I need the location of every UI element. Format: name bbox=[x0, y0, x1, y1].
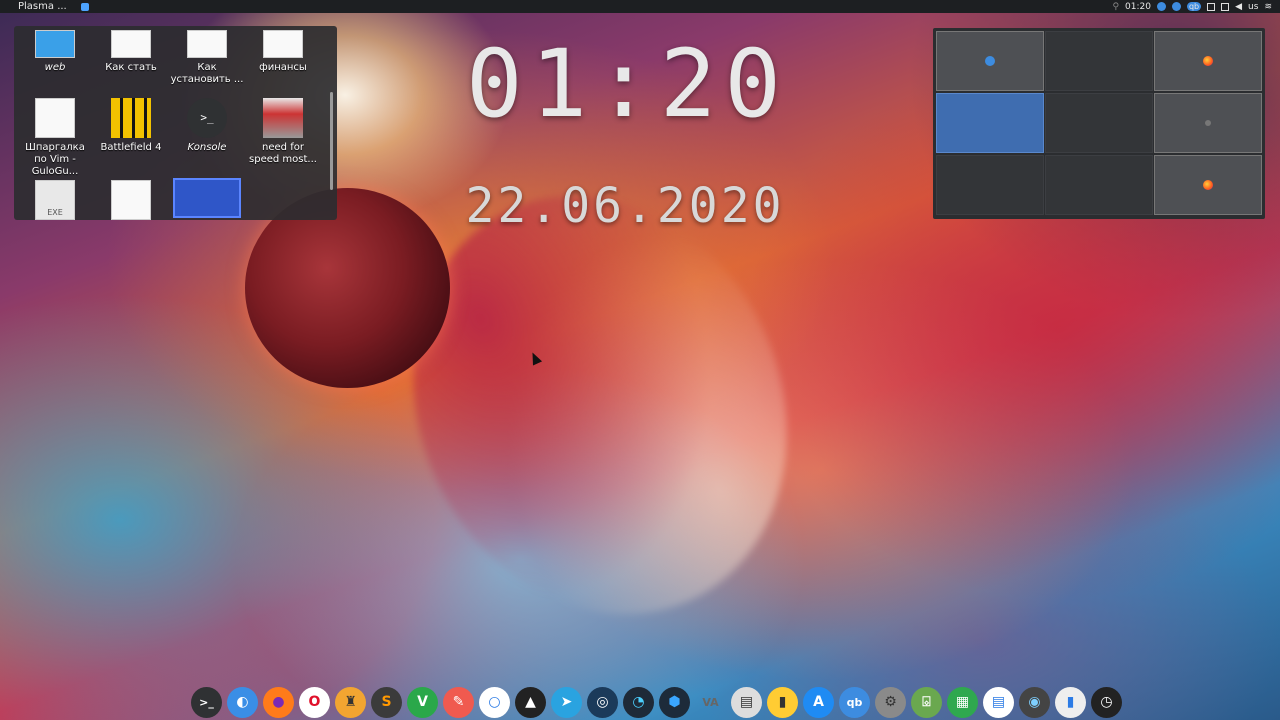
folder-view-widget[interactable]: web Как стать Как установить ... финансы… bbox=[14, 26, 337, 220]
archive-icon[interactable]: ▤ bbox=[731, 686, 762, 718]
tray-clipboard-icon[interactable] bbox=[1207, 2, 1216, 11]
app-indicator-icon[interactable] bbox=[80, 2, 89, 11]
desktop-4[interactable] bbox=[936, 93, 1044, 153]
wifi-icon[interactable]: ≋ bbox=[1264, 2, 1272, 12]
terminal-icon[interactable]: >_ bbox=[191, 686, 222, 718]
firefox-icon[interactable]: ● bbox=[263, 686, 294, 718]
desktop-item-selected[interactable] bbox=[170, 178, 244, 220]
desktop-3[interactable] bbox=[1154, 31, 1262, 91]
notes-icon[interactable]: ▮ bbox=[767, 686, 798, 718]
joystick-icon[interactable]: ♜ bbox=[335, 686, 366, 718]
spreadsheet-icon[interactable]: ▦ bbox=[947, 686, 978, 718]
tray-clock[interactable]: 01:20 bbox=[1125, 2, 1151, 12]
inkscape-icon[interactable]: ▲ bbox=[515, 686, 546, 718]
appstore-icon[interactable]: A bbox=[803, 686, 834, 718]
desktop-item-exe[interactable]: EXE bbox=[18, 180, 92, 220]
firefox-icon bbox=[1203, 180, 1213, 190]
document-viewer-icon[interactable]: ▤ bbox=[983, 686, 1014, 718]
desktop-2[interactable] bbox=[1045, 31, 1153, 91]
blue-app-icon bbox=[985, 56, 995, 66]
disc-icon[interactable]: ◉ bbox=[1019, 686, 1050, 718]
desktop-item-doc-2[interactable]: Как установить ... bbox=[170, 30, 244, 86]
tray-battery-icon[interactable] bbox=[1221, 2, 1230, 11]
system-tray: ⚲ 01:20 qb ◀ us ≋ bbox=[1112, 0, 1272, 13]
tray-qbittorrent-icon[interactable]: qb bbox=[1186, 2, 1202, 11]
desktop-5[interactable] bbox=[1045, 93, 1153, 153]
blank-document-icon bbox=[111, 180, 151, 220]
desktop-1[interactable] bbox=[936, 31, 1044, 91]
finder-icon[interactable]: ◐ bbox=[227, 686, 258, 718]
vlc-text-icon[interactable]: VA bbox=[695, 687, 726, 718]
desktop-9[interactable] bbox=[1154, 155, 1262, 215]
document-icon bbox=[111, 30, 151, 58]
basket-icon[interactable]: ⌺ bbox=[911, 686, 942, 718]
desktop-item-konsole[interactable]: >_ Konsole bbox=[170, 98, 244, 154]
vim-icon[interactable]: V bbox=[407, 686, 438, 718]
tray-blue-app-icon[interactable] bbox=[1156, 2, 1166, 11]
desktop-7[interactable] bbox=[936, 155, 1044, 215]
dock: >_ ◐ ● O ♜ S V ✎ ○ ▲ ➤ ◎ ◔ ⬢ VA ▤ ▮ Aqb ⚙ ⌺ ▦ ▤ ◉ ▮ ◷ bbox=[155, 684, 1122, 720]
document-icon bbox=[263, 30, 303, 58]
terminal-icon: >_ bbox=[187, 98, 227, 138]
active-window-title[interactable]: Plasma ... bbox=[18, 1, 67, 12]
desktop-6[interactable] bbox=[1154, 93, 1262, 153]
hexagon-app-icon[interactable]: ⬢ bbox=[659, 686, 690, 718]
steam-icon[interactable]: ◎ bbox=[587, 686, 618, 718]
document-icon bbox=[187, 30, 227, 58]
desktop-item-doc-1[interactable]: Как стать bbox=[94, 30, 168, 74]
battlefield-icon bbox=[111, 98, 151, 138]
exe-icon: EXE bbox=[35, 180, 75, 220]
desktop-item-blank[interactable] bbox=[94, 180, 168, 220]
opera-icon[interactable]: O bbox=[299, 686, 330, 718]
clock-icon[interactable]: ◷ bbox=[1091, 686, 1122, 718]
location-pin-icon: ⚲ bbox=[1112, 1, 1120, 12]
settings-gear-icon[interactable]: ⚙ bbox=[875, 686, 906, 718]
web-folder-icon bbox=[35, 30, 75, 58]
virtual-desktop-pager bbox=[933, 28, 1265, 219]
circle-app-icon[interactable]: ○ bbox=[479, 686, 510, 718]
volume-icon[interactable]: ◀ bbox=[1235, 2, 1242, 12]
speedometer-icon[interactable]: ◔ bbox=[623, 686, 654, 718]
desktop-item-vim-cheatsheet[interactable]: Шпаргалка по Vim - GuloGu... bbox=[18, 98, 92, 178]
document-icon bbox=[35, 98, 75, 138]
tray-update-icon[interactable] bbox=[1171, 2, 1181, 11]
firefox-icon bbox=[1203, 56, 1213, 66]
pencil-icon[interactable]: ✎ bbox=[443, 686, 474, 718]
selected-image-icon bbox=[173, 178, 241, 218]
clock-date: 22.06.2020 bbox=[465, 178, 785, 234]
apple-icon[interactable] bbox=[155, 687, 186, 718]
gray-app-icon bbox=[1205, 120, 1211, 126]
desktop-8[interactable] bbox=[1045, 155, 1153, 215]
desktop-item-web[interactable]: web bbox=[18, 30, 92, 74]
desktop-item-nfs[interactable]: need for speed most... bbox=[246, 98, 320, 166]
desktop-item-finance[interactable]: финансы bbox=[246, 30, 320, 74]
clock-time: 01:20 bbox=[466, 30, 789, 139]
telegram-icon[interactable]: ➤ bbox=[551, 686, 582, 718]
qbittorrent-icon[interactable]: qb bbox=[839, 686, 870, 718]
folder-scrollbar[interactable] bbox=[330, 92, 333, 190]
nfs-icon bbox=[263, 98, 303, 138]
desktop-item-battlefield[interactable]: Battlefield 4 bbox=[94, 98, 168, 154]
text-editor-icon[interactable]: ▮ bbox=[1055, 686, 1086, 718]
keyboard-layout[interactable]: us bbox=[1248, 2, 1258, 12]
top-panel: Plasma ... ⚲ 01:20 qb ◀ us ≋ bbox=[0, 0, 1280, 13]
sublime-icon[interactable]: S bbox=[371, 686, 402, 718]
